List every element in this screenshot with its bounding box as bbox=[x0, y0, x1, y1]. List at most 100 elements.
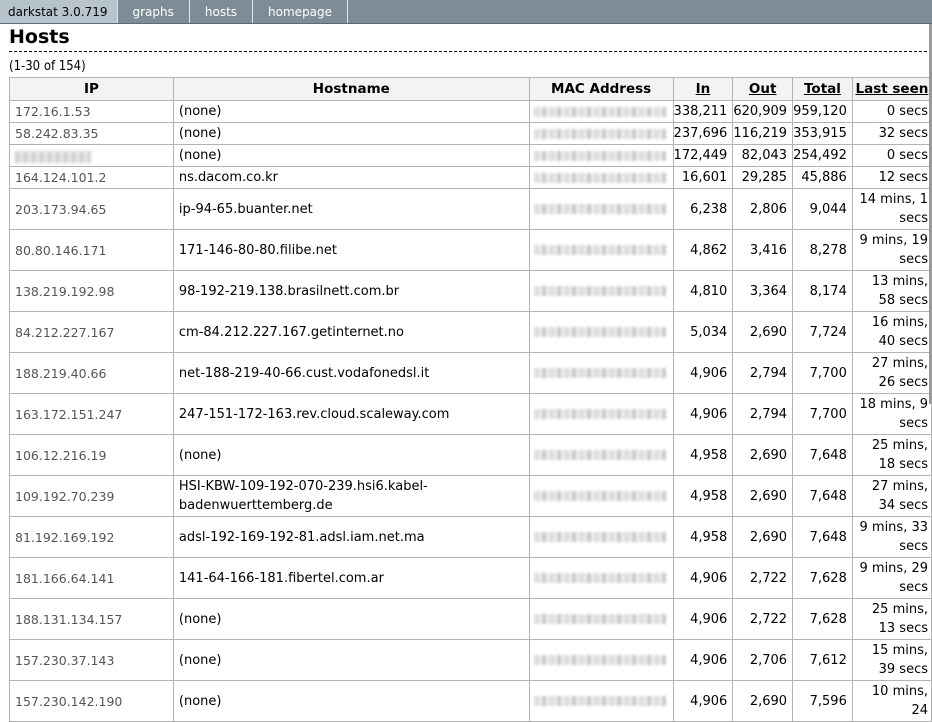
bytes-in-cell: 5,034 bbox=[672, 311, 734, 353]
host-ip-link[interactable]: 80.80.146.171 bbox=[9, 229, 174, 271]
table-row: 164.124.101.2 ns.dacom.co.kr 16,601 29,285 4… bbox=[9, 166, 932, 189]
last-seen-cell: 9 mins, 19 secs bbox=[851, 229, 932, 271]
bytes-out-cell: 2,794 bbox=[732, 352, 794, 394]
bytes-out-cell: 116,219 bbox=[732, 122, 794, 145]
bytes-total-cell: 7,648 bbox=[792, 475, 853, 517]
bytes-out-cell: 29,285 bbox=[732, 166, 794, 189]
last-seen-cell: 14 mins, 1 secs bbox=[851, 188, 932, 230]
mac-address-cell bbox=[528, 144, 674, 167]
mac-address-cell bbox=[528, 598, 674, 640]
host-count: (1-30 of 154) bbox=[9, 59, 86, 74]
bytes-out-cell: 2,690 bbox=[732, 516, 794, 558]
bytes-in-cell: 4,906 bbox=[672, 557, 734, 599]
mac-address-cell bbox=[528, 311, 674, 353]
column-header-mac: MAC Address bbox=[528, 77, 674, 101]
mac-address-cell bbox=[528, 229, 674, 271]
last-seen-cell: 27 mins, 34 secs bbox=[851, 475, 932, 517]
table-row: 80.80.146.171 171-146-80-80.filibe.net 4,8… bbox=[9, 229, 932, 271]
hostname-cell: 141-64-166-181.fibertel.com.ar bbox=[172, 557, 530, 599]
column-header-out[interactable]: Out bbox=[732, 77, 794, 101]
host-ip-link[interactable]: 157.230.142.190 bbox=[9, 680, 174, 722]
table-row: 109.192.70.239 HSI-KBW-109-192-070-239.hs… bbox=[9, 475, 932, 517]
host-ip-link[interactable]: 163.172.151.247 bbox=[9, 393, 174, 435]
mac-address-cell bbox=[528, 680, 674, 722]
bytes-out-cell: 2,690 bbox=[732, 311, 794, 353]
bytes-out-cell: 620,909 bbox=[732, 100, 794, 123]
table-row: 188.219.40.66 net-188-219-40-66.cust.voda… bbox=[9, 352, 932, 394]
bytes-in-cell: 4,810 bbox=[672, 270, 734, 312]
bytes-in-cell: 172,449 bbox=[672, 144, 734, 167]
sort-link-total[interactable]: Total bbox=[804, 81, 841, 97]
hosts-table: IP Hostname MAC Address In Out Total Las… bbox=[9, 77, 932, 722]
host-ip-link[interactable]: 109.192.70.239 bbox=[9, 475, 174, 517]
table-row: 84.212.227.167 cm-84.212.227.167.getinter… bbox=[9, 311, 932, 353]
page-title: Hosts bbox=[9, 25, 932, 52]
host-ip-link[interactable]: 157.230.37.143 bbox=[9, 639, 174, 681]
table-row: 203.173.94.65 ip-94-65.buanter.net 6,238 2,… bbox=[9, 188, 932, 230]
table-row: 81.192.169.192 adsl-192-169-192-81.adsl.i… bbox=[9, 516, 932, 558]
mac-address-cell bbox=[528, 434, 674, 476]
bytes-out-cell: 2,794 bbox=[732, 393, 794, 435]
redacted-mac-address bbox=[533, 204, 666, 214]
sort-link-out[interactable]: Out bbox=[749, 81, 777, 97]
table-row: 106.12.216.19 (none) 4,958 2,690 7,648 25 min… bbox=[9, 434, 932, 476]
host-ip-link[interactable]: 172.16.1.53 bbox=[9, 100, 174, 123]
host-ip-link[interactable]: 164.124.101.2 bbox=[9, 166, 174, 189]
host-ip-link[interactable]: 188.131.134.157 bbox=[9, 598, 174, 640]
table-row: 58.242.83.35 (none) 237,696 116,219 353,915 3… bbox=[9, 122, 932, 145]
bytes-in-cell: 16,601 bbox=[672, 166, 734, 189]
sort-link-last-seen[interactable]: Last seen bbox=[855, 81, 928, 97]
host-ip-link[interactable]: 203.173.94.65 bbox=[9, 188, 174, 230]
bytes-total-cell: 9,044 bbox=[792, 188, 853, 230]
bytes-total-cell: 353,915 bbox=[792, 122, 853, 145]
bytes-total-cell: 7,628 bbox=[792, 557, 853, 599]
hostname-cell: (none) bbox=[172, 144, 530, 167]
host-ip-link[interactable] bbox=[9, 144, 174, 167]
hostname-cell: net-188-219-40-66.cust.vodafonedsl.it bbox=[172, 352, 530, 394]
mac-address-cell bbox=[528, 352, 674, 394]
bytes-total-cell: 7,700 bbox=[792, 352, 853, 394]
hostname-cell: 171-146-80-80.filibe.net bbox=[172, 229, 530, 271]
last-seen-cell: 32 secs bbox=[851, 122, 932, 145]
mac-address-cell bbox=[528, 475, 674, 517]
nav-link-hosts[interactable]: hosts bbox=[190, 0, 254, 23]
last-seen-cell: 9 mins, 29 secs bbox=[851, 557, 932, 599]
bytes-total-cell: 254,492 bbox=[792, 144, 853, 167]
hostname-cell: cm-84.212.227.167.getinternet.no bbox=[172, 311, 530, 353]
bytes-in-cell: 4,958 bbox=[672, 516, 734, 558]
redacted-mac-address bbox=[533, 172, 666, 183]
bytes-in-cell: 4,958 bbox=[672, 434, 734, 476]
bytes-in-cell: 4,958 bbox=[672, 475, 734, 517]
column-header-ip: IP bbox=[9, 77, 174, 101]
column-header-in[interactable]: In bbox=[672, 77, 734, 101]
column-header-last-seen[interactable]: Last seen bbox=[851, 77, 932, 101]
column-header-total[interactable]: Total bbox=[792, 77, 853, 101]
bytes-out-cell: 2,722 bbox=[732, 557, 794, 599]
hostname-cell: (none) bbox=[172, 639, 530, 681]
hostname-cell: (none) bbox=[172, 100, 530, 123]
bytes-in-cell: 4,906 bbox=[672, 352, 734, 394]
last-seen-cell: 16 mins, 40 secs bbox=[851, 311, 932, 353]
host-ip-link[interactable]: 84.212.227.167 bbox=[9, 311, 174, 353]
host-ip-link[interactable]: 106.12.216.19 bbox=[9, 434, 174, 476]
mac-address-cell bbox=[528, 188, 674, 230]
bytes-in-cell: 4,862 bbox=[672, 229, 734, 271]
host-ip-link[interactable]: 188.219.40.66 bbox=[9, 352, 174, 394]
last-seen-cell: 27 mins, 26 secs bbox=[851, 352, 932, 394]
host-ip-link[interactable]: 81.192.169.192 bbox=[9, 516, 174, 558]
hostname-cell: (none) bbox=[172, 680, 530, 722]
hostname-cell: 247-151-172-163.rev.cloud.scaleway.com bbox=[172, 393, 530, 435]
host-ip-link[interactable]: 138.219.192.98 bbox=[9, 270, 174, 312]
nav-link-graphs[interactable]: graphs bbox=[118, 0, 190, 23]
sort-link-in[interactable]: In bbox=[696, 81, 711, 97]
bytes-out-cell: 3,364 bbox=[732, 270, 794, 312]
bytes-in-cell: 4,906 bbox=[672, 393, 734, 435]
redacted-mac-address bbox=[533, 150, 666, 161]
bytes-total-cell: 45,886 bbox=[792, 166, 853, 189]
bytes-out-cell: 82,043 bbox=[732, 144, 794, 167]
host-ip-link[interactable]: 58.242.83.35 bbox=[9, 122, 174, 145]
mac-address-cell bbox=[528, 639, 674, 681]
host-ip-link[interactable]: 181.166.64.141 bbox=[9, 557, 174, 599]
bytes-in-cell: 4,906 bbox=[672, 680, 734, 722]
nav-link-homepage[interactable]: homepage bbox=[253, 0, 349, 23]
